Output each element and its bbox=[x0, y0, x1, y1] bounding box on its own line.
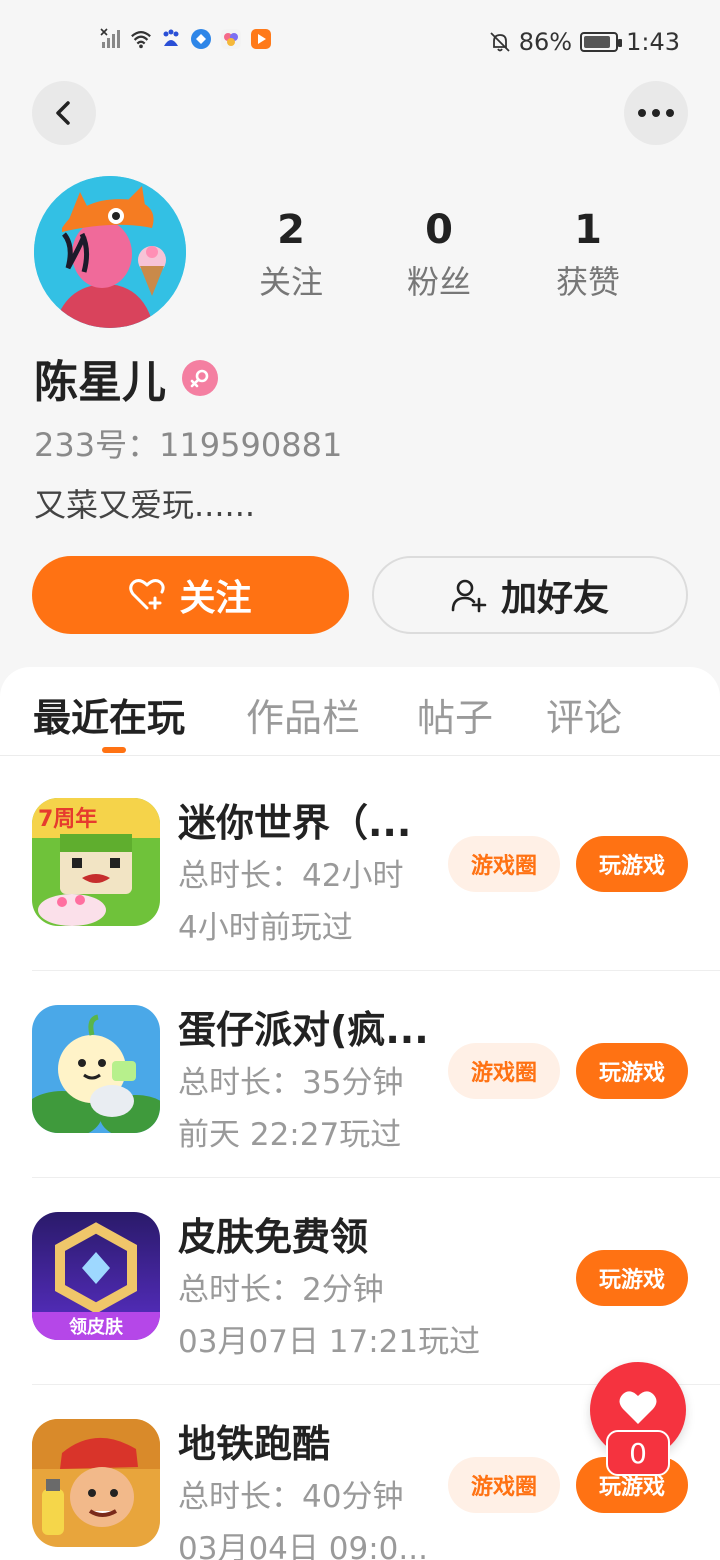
user-id: 233号：119590881 bbox=[34, 426, 343, 464]
game-icon-caption: 领皮肤 bbox=[69, 1316, 124, 1338]
game-circle-button[interactable]: 游戏圈 bbox=[448, 836, 560, 892]
tab-bar: 最近在玩 作品栏 帖子 评论 bbox=[0, 667, 720, 756]
battery-percent: 86% bbox=[518, 28, 573, 56]
status-system-info: 86% 1:43 bbox=[489, 28, 680, 56]
game-circle-button[interactable]: 游戏圈 bbox=[448, 1457, 560, 1513]
more-horizontal-icon bbox=[638, 109, 674, 117]
browser-icon bbox=[191, 29, 211, 49]
game-duration: 总时长：40分钟 bbox=[178, 1479, 404, 1515]
video-icon bbox=[251, 29, 271, 49]
game-circle-button[interactable]: 游戏圈 bbox=[448, 1043, 560, 1099]
signal-off-icon bbox=[100, 28, 120, 48]
stat-likes[interactable]: 1 获赞 bbox=[528, 204, 648, 308]
add-friend-button-label: 加好友 bbox=[500, 578, 609, 619]
back-button[interactable] bbox=[32, 81, 96, 145]
user-bio: 又菜又爱玩...... bbox=[34, 486, 256, 524]
game-icon-subway-surfers bbox=[32, 1419, 160, 1547]
list-item[interactable]: 蛋仔派对(疯... 总时长：35分钟 前天 22:27玩过 游戏圈 玩游戏 bbox=[0, 971, 720, 1178]
svg-text:7周年: 7周年 bbox=[38, 806, 97, 832]
game-title: 迷你世界（... bbox=[178, 801, 412, 845]
stat-likes-value: 1 bbox=[574, 207, 602, 253]
battery-level bbox=[584, 36, 610, 48]
game-title: 地铁跑酷 bbox=[178, 1422, 331, 1466]
play-game-button[interactable]: 玩游戏 bbox=[576, 836, 688, 892]
stat-fans-value: 0 bbox=[425, 207, 453, 253]
baidu-icon bbox=[163, 29, 179, 46]
heart-icon bbox=[619, 1391, 657, 1424]
stat-likes-label: 获赞 bbox=[555, 263, 620, 301]
list-item[interactable]: 7周年 迷你世界（... 总时长：42小时 4小时前玩过 游戏圈 玩游戏 bbox=[0, 764, 720, 971]
game-duration: 总时长：2分钟 bbox=[178, 1272, 384, 1308]
follow-button[interactable]: 关注 bbox=[32, 556, 349, 634]
game-last-played: 前天 22:27玩过 bbox=[178, 1117, 402, 1153]
female-icon bbox=[182, 360, 218, 396]
stat-following-label: 关注 bbox=[258, 263, 323, 301]
tab-recently-played[interactable]: 最近在玩 bbox=[33, 687, 185, 742]
follow-button-label: 关注 bbox=[179, 578, 252, 619]
clock: 1:43 bbox=[626, 28, 680, 56]
tab-indicator bbox=[102, 747, 126, 753]
add-friend-button[interactable]: 加好友 bbox=[372, 556, 688, 634]
chevron-left-icon bbox=[56, 101, 70, 125]
tab-comments[interactable]: 评论 bbox=[546, 687, 622, 742]
game-last-played: 03月07日 17:21玩过 bbox=[178, 1324, 481, 1360]
bell-off-icon bbox=[490, 32, 510, 52]
name-row: 陈星儿 bbox=[34, 346, 218, 410]
game-icon-eggy-party bbox=[32, 1005, 160, 1133]
stat-fans[interactable]: 0 粉丝 bbox=[379, 204, 499, 308]
game-icon-mini-world: 7周年 bbox=[32, 798, 160, 926]
game-title: 蛋仔派对(疯... bbox=[178, 1008, 429, 1052]
tab-posts[interactable]: 帖子 bbox=[417, 687, 493, 742]
play-game-button[interactable]: 玩游戏 bbox=[576, 1250, 688, 1306]
list-item[interactable]: 领皮肤 皮肤免费领 总时长：2分钟 03月07日 17:21玩过 玩游戏 bbox=[0, 1178, 720, 1385]
add-user-icon bbox=[451, 579, 487, 613]
app-icon bbox=[221, 29, 241, 49]
battery-icon bbox=[580, 32, 623, 52]
game-duration: 总时长：42小时 bbox=[178, 858, 404, 894]
more-options-button[interactable] bbox=[624, 81, 688, 145]
tab-works[interactable]: 作品栏 bbox=[246, 687, 360, 742]
wifi-icon bbox=[131, 31, 151, 49]
stat-following-value: 2 bbox=[277, 207, 305, 253]
status-bar: 86% 1:43 bbox=[0, 0, 720, 84]
status-notification-icons bbox=[100, 28, 272, 50]
stat-following[interactable]: 2 关注 bbox=[231, 204, 351, 308]
stat-fans-label: 粉丝 bbox=[406, 263, 471, 301]
game-duration: 总时长：35分钟 bbox=[178, 1065, 404, 1101]
avatar[interactable] bbox=[34, 176, 186, 328]
heart-plus-icon bbox=[129, 579, 166, 610]
game-last-played: 03月04日 09:0... bbox=[178, 1531, 428, 1560]
play-game-button[interactable]: 玩游戏 bbox=[576, 1043, 688, 1099]
game-last-played: 4小时前玩过 bbox=[178, 910, 353, 946]
game-icon-free-skins: 领皮肤 bbox=[32, 1212, 160, 1340]
game-title: 皮肤免费领 bbox=[178, 1215, 369, 1259]
like-count-badge: 0 bbox=[606, 1430, 670, 1476]
user-name: 陈星儿 bbox=[34, 357, 166, 408]
avatar-illustration bbox=[34, 176, 186, 328]
